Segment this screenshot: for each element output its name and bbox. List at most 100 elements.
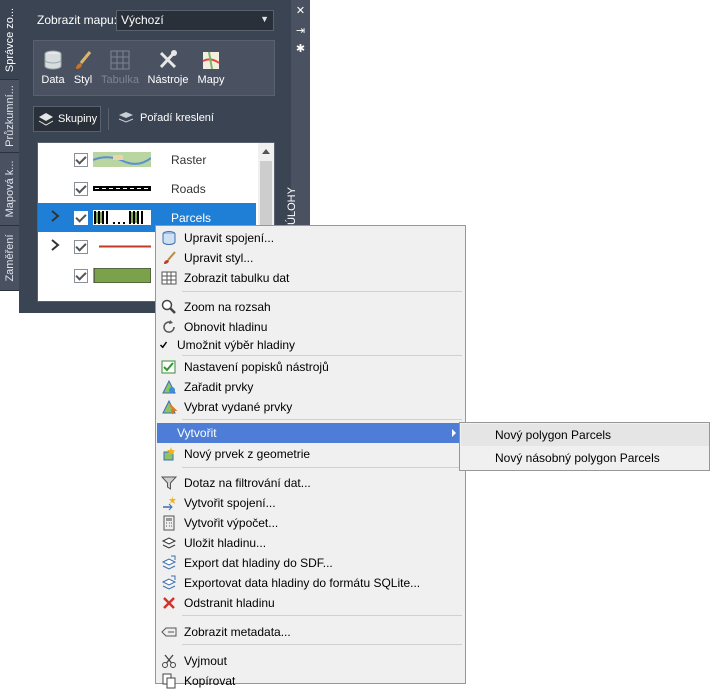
data-button-label: Data [41, 74, 65, 86]
menu-item-copy[interactable]: Kopírovat [157, 671, 464, 691]
tools-button[interactable]: Nástroje [146, 41, 190, 95]
menu-item-create-join[interactable]: Vytvořit spojení... [157, 493, 464, 513]
layer-visibility-checkbox[interactable] [74, 240, 88, 254]
layer-visibility-checkbox[interactable] [74, 182, 88, 196]
table-button-label: Tabulka [101, 74, 139, 86]
tab-map-manager[interactable]: Správce zo... [0, 0, 19, 80]
zoom-icon [161, 299, 176, 314]
db-edit-icon [162, 231, 176, 245]
layer-visibility-checkbox[interactable] [74, 269, 88, 283]
menu-item-save-layer[interactable]: Uložit hladinu... [157, 533, 464, 553]
new-feature-icon [163, 447, 175, 461]
checkmark-icon [159, 341, 168, 349]
expand-chevron-icon[interactable] [50, 209, 60, 223]
menu-item-label: Zařadit prvky [184, 380, 254, 394]
chevron-down-icon: ▼ [260, 14, 269, 24]
menu-item-cut[interactable]: Vyjmout [157, 651, 464, 671]
table-button[interactable]: Tabulka [98, 41, 142, 95]
layer-name: Raster [171, 153, 207, 167]
menu-item-create-calculation[interactable]: Vytvořit výpočet... [157, 513, 464, 533]
layer-context-menu: Upravit spojení... Upravit styl... Zobra… [155, 225, 466, 689]
menu-item-label: Vybrat vydané prvky [184, 400, 293, 414]
toolbar-divider [108, 108, 109, 130]
menu-item-edit-style[interactable]: Upravit styl... [157, 248, 464, 268]
menu-item-label: Vytvořit výpočet... [184, 516, 279, 530]
menu-item-export-sqlite[interactable]: Exportovat data hladiny do formátu SQLit… [157, 573, 464, 593]
menu-item-label: Vytvořit [177, 426, 217, 440]
export-sqlite-icon [161, 575, 177, 590]
menu-item-check-in-features[interactable]: Zařadit prvky [157, 377, 464, 397]
menu-item-label: Vytvořit spojení... [184, 496, 276, 510]
layer-row[interactable]: Roads [38, 174, 256, 203]
menu-item-label: Zobrazit metadata... [184, 625, 291, 639]
menu-item-label: Zobrazit tabulku dat [184, 271, 290, 285]
menu-item-create[interactable]: Vytvořit [157, 423, 464, 443]
save-layer-icon [161, 537, 177, 549]
groups-button-label: Skupiny [58, 113, 98, 125]
menu-item-filter-query[interactable]: Dotaz na filtrování dat... [157, 473, 464, 493]
data-button[interactable]: Data [36, 41, 70, 95]
parcel-polygon-preview-icon [93, 210, 151, 225]
menu-item-select-checked-out[interactable]: Vybrat vydané prvky [157, 397, 464, 417]
menu-item-label: Zoom na rozsah [184, 300, 271, 314]
submenu-item-new-multipolygon[interactable]: Nový násobný polygon Parcels [461, 447, 709, 469]
expand-chevron-icon[interactable] [50, 238, 60, 252]
menu-item-remove-layer[interactable]: Odstranit hladinu [157, 593, 464, 613]
copy-icon [162, 673, 176, 689]
menu-separator [182, 419, 462, 420]
maps-button[interactable]: Mapy [192, 41, 230, 95]
brush-icon [164, 251, 176, 264]
menu-item-zoom-extent[interactable]: Zoom na rozsah [157, 297, 464, 317]
scroll-up-icon[interactable] [262, 149, 270, 154]
menu-item-label: Uložit hladinu... [184, 536, 267, 550]
menu-item-label: Odstranit hladinu [184, 596, 275, 610]
style-button[interactable]: Styl [70, 41, 96, 95]
menu-item-edit-connection[interactable]: Upravit spojení... [157, 228, 464, 248]
layer-name: Parcels [171, 211, 212, 225]
properties-icon[interactable]: ✱ [291, 42, 310, 55]
table-icon [161, 271, 177, 285]
database-icon [44, 50, 62, 70]
tab-map-book-label: Mapová k... [3, 160, 16, 218]
polygon-fill-preview-icon [93, 268, 151, 283]
menu-item-show-metadata[interactable]: Zobrazit metadata... [157, 622, 464, 642]
menu-item-show-data-table[interactable]: Zobrazit tabulku dat [157, 268, 464, 288]
layer-visibility-checkbox[interactable] [74, 211, 88, 225]
draw-order-button[interactable]: Pořadí kreslení [118, 106, 228, 132]
tab-survey[interactable]: Zaměření [0, 226, 19, 291]
road-line-preview-icon [93, 186, 151, 191]
groups-button[interactable]: Skupiny [33, 106, 101, 132]
menu-item-label: Kopírovat [184, 674, 236, 688]
tab-map-manager-label: Správce zo... [3, 7, 16, 72]
create-submenu: Nový polygon Parcels Nový násobný polygo… [459, 422, 710, 471]
menu-item-export-sdf[interactable]: Export dat hladiny do SDF... [157, 553, 464, 573]
auto-hide-icon[interactable]: ⇥ [291, 24, 310, 37]
metadata-icon [161, 627, 177, 637]
menu-item-enable-layer-selection[interactable]: Umožnit výběr hladiny [157, 335, 464, 355]
map-select[interactable]: Výchozí ▼ [116, 10, 274, 31]
tab-survey-label: Zaměření [3, 234, 16, 282]
palette-side-label: ÚLOHY [285, 187, 298, 225]
menu-item-label: Obnovit hladinu [184, 320, 268, 334]
tab-explorer[interactable]: Průzkumní... [0, 80, 19, 153]
ribbon-toolbar: Data Styl Tabulka Nástroje Mapy [33, 40, 275, 96]
menu-item-tooltip-settings[interactable]: Nastavení popisků nástrojů [157, 357, 464, 377]
menu-item-label: Export dat hladiny do SDF... [184, 556, 333, 570]
export-sdf-icon [161, 555, 177, 570]
menu-item-label: Dotaz na filtrování dat... [184, 476, 311, 490]
select-checked-out-icon [162, 399, 177, 415]
submenu-item-label: Nový násobný polygon Parcels [495, 451, 660, 465]
submenu-item-new-polygon[interactable]: Nový polygon Parcels [461, 424, 709, 446]
submenu-arrow-icon [452, 429, 456, 437]
tools-icon [159, 50, 177, 69]
menu-item-refresh-layer[interactable]: Obnovit hladinu [157, 317, 464, 337]
menu-item-label: Umožnit výběr hladiny [177, 338, 296, 352]
map-select-label: Zobrazit mapu: [37, 13, 118, 27]
vertical-tab-strip: Správce zo... Průzkumní... Mapová k... Z… [0, 0, 19, 313]
close-icon[interactable]: ✕ [291, 4, 310, 17]
menu-separator [182, 615, 462, 616]
menu-item-new-feature-from-geometry[interactable]: Nový prvek z geometrie [157, 444, 464, 464]
layer-row[interactable]: Raster [38, 145, 256, 174]
tab-map-book[interactable]: Mapová k... [0, 153, 19, 226]
layer-visibility-checkbox[interactable] [74, 153, 88, 167]
